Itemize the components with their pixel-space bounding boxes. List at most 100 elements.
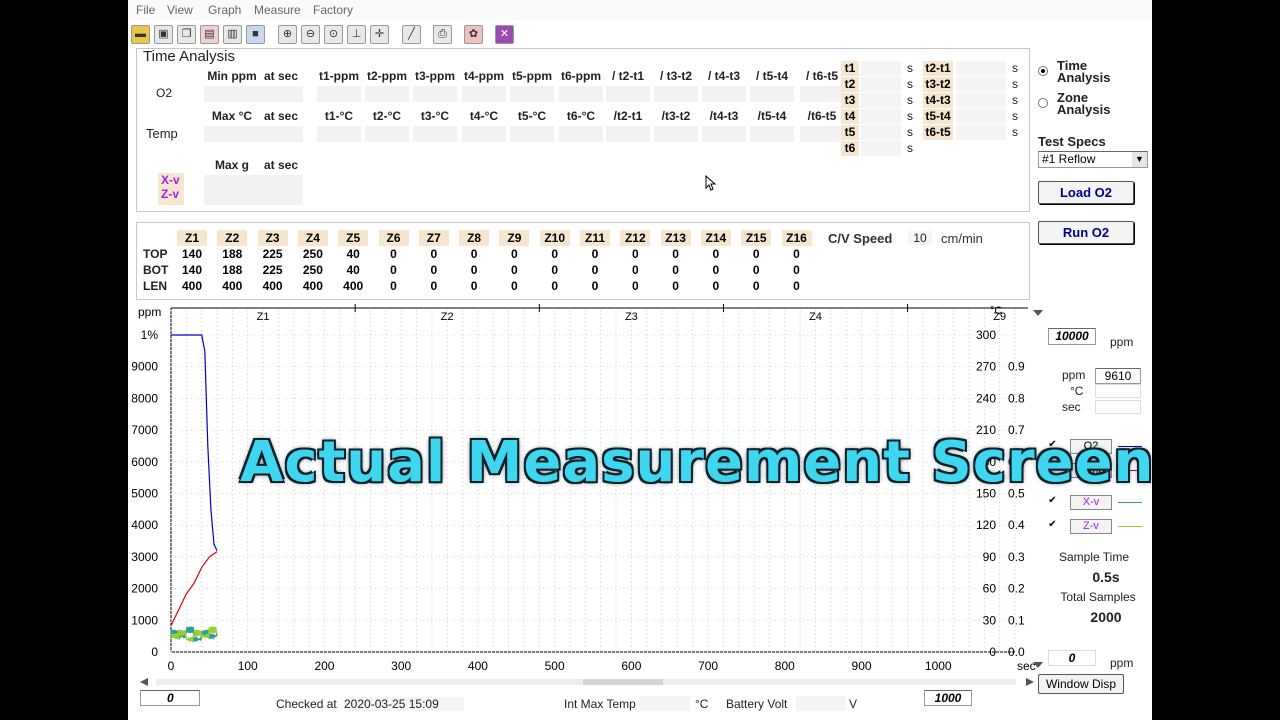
menu-factory[interactable]: Factory	[313, 3, 353, 17]
zone-len-15: 0	[752, 279, 760, 293]
exit-icon[interactable]: ✕	[495, 25, 514, 44]
t-label-4: t5	[841, 125, 859, 140]
zone-header-5: Z5	[338, 230, 369, 246]
zone-top-3: 225	[262, 247, 283, 261]
temp-header-11: /t5-t4	[757, 109, 787, 123]
graph-icon[interactable]: ╱	[402, 25, 421, 44]
legend-checkbox-z-v[interactable]: ✔	[1047, 519, 1058, 530]
battery-volt-unit: V	[849, 697, 858, 711]
y-tick-left: 8000	[131, 391, 158, 405]
cursor-ppm-value: 9610	[1095, 368, 1141, 384]
legend-button-x-v[interactable]: X-v	[1070, 495, 1112, 510]
y-tick-g: 0.3	[1008, 550, 1025, 564]
settings-icon[interactable]: ✿	[464, 25, 483, 44]
window-disp-button[interactable]: Window Disp	[1038, 674, 1124, 694]
x-unit-label: sec	[1017, 659, 1036, 673]
temp-cell-11	[750, 126, 794, 142]
zone-top-2: 188	[222, 247, 243, 261]
load-o2-button[interactable]: Load O2	[1038, 181, 1134, 204]
temp-header-1: at sec	[263, 109, 299, 123]
menu-measure[interactable]: Measure	[254, 3, 301, 17]
zone-bot-11: 0	[591, 263, 599, 277]
x-min-input[interactable]: 0	[140, 690, 200, 706]
zone-top-1: 140	[181, 247, 203, 261]
y-tick-left: 4000	[131, 518, 158, 532]
save-disk-icon[interactable]: ■	[246, 25, 265, 44]
total-samples-value: 2000	[1090, 609, 1122, 625]
zoom-out-icon[interactable]: ⊖	[301, 25, 320, 44]
horizontal-scrollbar-thumb[interactable]	[583, 679, 663, 685]
t-unit-3: s	[907, 109, 913, 123]
x-tick-label: 0	[168, 659, 175, 673]
save-icon[interactable]: ▣	[154, 25, 173, 44]
scale-x-icon[interactable]: ⊥	[347, 25, 366, 44]
legend-checkbox-x-v[interactable]: ✔	[1047, 495, 1058, 506]
cv-speed-label: C/V Speed	[828, 231, 893, 246]
y-tick-left: 9000	[131, 360, 158, 374]
ppm-max-input[interactable]: 10000	[1048, 328, 1096, 345]
temp-cell-12	[800, 126, 844, 142]
zone-bot-1: 140	[181, 263, 203, 277]
zone-header-15: Z15	[741, 230, 772, 246]
zone-len-1: 400	[181, 279, 203, 293]
zone-header-7: Z7	[418, 230, 449, 246]
o2-cell-7	[559, 86, 603, 102]
y-tick-left: 5000	[131, 487, 158, 501]
o2-row-label: O2	[156, 86, 173, 100]
printer-icon[interactable]: ⎙	[433, 25, 452, 44]
zone-bot-9: 0	[511, 263, 518, 277]
zv-label: Z-v	[161, 187, 179, 201]
page-setup-icon[interactable]: ▥	[223, 25, 242, 44]
test-specs-select[interactable]: #1 Reflow ▼	[1038, 151, 1148, 168]
total-samples-label: Total Samples	[1060, 590, 1136, 604]
scale-xy-icon[interactable]: ✛	[370, 25, 389, 44]
zone-bot-7: 0	[430, 263, 438, 277]
t-value-4	[861, 125, 901, 140]
chevron-down-icon[interactable]: ▼	[1132, 152, 1147, 167]
o2-header-11: / t5-t4	[755, 69, 788, 83]
x-tick-label: 500	[545, 659, 565, 673]
y-unit-left: ppm	[138, 305, 161, 319]
zone-len-8: 0	[470, 279, 478, 293]
zone-header-2: Z2	[217, 230, 248, 246]
radio-time-circle[interactable]	[1038, 66, 1048, 76]
menu-file[interactable]: File	[136, 3, 155, 17]
print-preview-icon[interactable]: ▤	[200, 25, 219, 44]
radio-zone-circle[interactable]	[1038, 98, 1048, 108]
zone-len-9: 0	[511, 279, 518, 293]
zone-row-label-top: TOP	[143, 247, 168, 261]
dt-unit-1: s	[1012, 77, 1018, 91]
dt-label-4: t6-t5	[923, 125, 953, 140]
x-max-input[interactable]: 1000	[924, 690, 972, 706]
menu-view[interactable]: View	[167, 3, 193, 17]
zone-len-2: 400	[222, 279, 243, 293]
copy-icon[interactable]: ❐	[177, 25, 196, 44]
zone-header-14: Z14	[700, 230, 731, 246]
o2-cell-6	[510, 86, 554, 102]
zone-header-12: Z12	[620, 230, 651, 246]
ppm-min-input[interactable]: 0	[1048, 650, 1096, 666]
run-o2-button[interactable]: Run O2	[1038, 221, 1134, 244]
zone-label-z4: Z4	[809, 311, 822, 323]
zoom-in-icon[interactable]: ⊕	[278, 25, 297, 44]
zone-len-6: 0	[390, 279, 397, 293]
menu-graph[interactable]: Graph	[208, 3, 241, 17]
dt-value-0	[956, 61, 1006, 76]
zone-header-13: Z13	[660, 230, 691, 246]
open-icon[interactable]: ▬	[131, 25, 150, 44]
zone-top-8: 0	[470, 247, 478, 261]
temp-cell-6	[510, 126, 554, 142]
zone-top-15: 0	[752, 247, 760, 261]
t-value-1	[861, 77, 901, 92]
dt-label-3: t5-t4	[923, 109, 953, 124]
y-tick-c: 300	[976, 328, 996, 342]
x-tick-label: 400	[468, 659, 488, 673]
t-label-0: t1	[841, 61, 859, 76]
legend-swatch-x-v	[1118, 502, 1142, 503]
zoom-fit-icon[interactable]: ⊙	[324, 25, 343, 44]
x-tick-label: 1000	[925, 659, 952, 673]
battery-volt-label: Battery Volt	[726, 697, 788, 711]
legend-button-z-v[interactable]: Z-v	[1070, 519, 1112, 534]
int-max-temp-unit: °C	[695, 697, 709, 711]
dt-label-1: t3-t2	[923, 77, 953, 92]
